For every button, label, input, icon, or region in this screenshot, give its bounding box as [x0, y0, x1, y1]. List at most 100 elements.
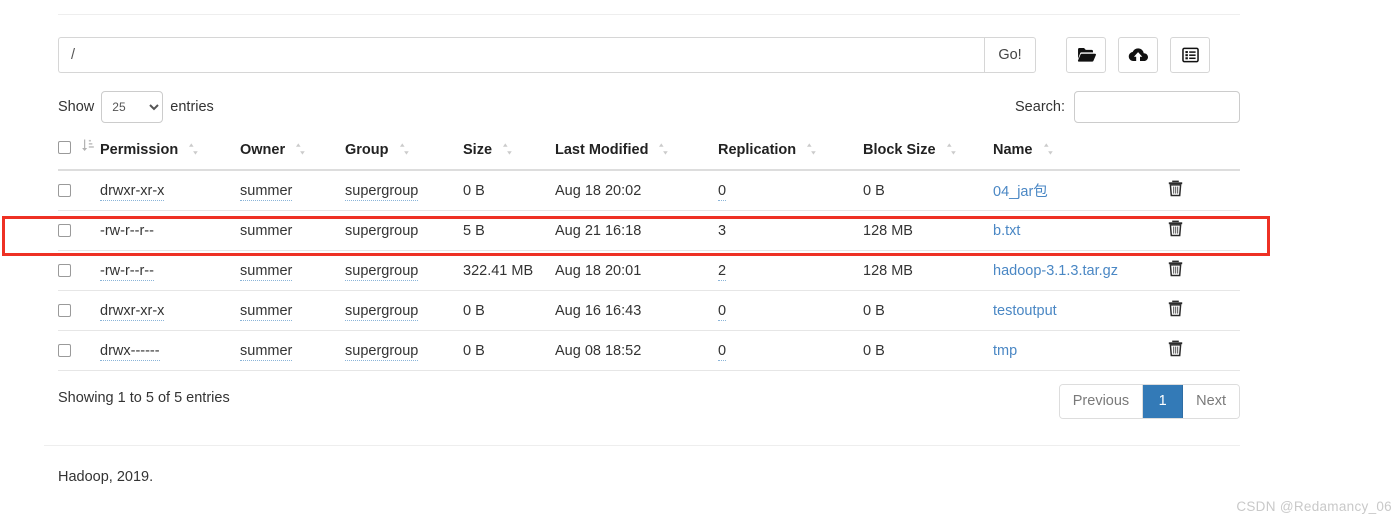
permission-value[interactable]: -rw-r--r-- — [100, 262, 154, 281]
pagination: Previous 1 Next — [1058, 384, 1240, 419]
go-button[interactable]: Go! — [984, 37, 1036, 73]
owner-value[interactable]: summer — [240, 302, 293, 321]
row-checkbox[interactable] — [58, 224, 71, 238]
column-header-permission[interactable]: Permission — [100, 138, 240, 171]
owner-value[interactable]: summer — [240, 223, 292, 239]
file-name-link[interactable]: testoutput — [993, 303, 1057, 319]
cell-block-size: 0 B — [863, 330, 993, 371]
search-label: Search: — [1015, 99, 1065, 115]
file-name-link[interactable]: tmp — [993, 343, 1017, 359]
path-input[interactable] — [58, 37, 984, 73]
group-value[interactable]: supergroup — [345, 342, 419, 361]
column-header-last-modified[interactable]: Last Modified — [555, 138, 718, 171]
pagination-page-1[interactable]: 1 — [1143, 385, 1184, 418]
row-select-cell[interactable] — [58, 250, 100, 291]
file-name-link[interactable]: b.txt — [993, 223, 1020, 239]
replication-value[interactable]: 3 — [718, 223, 726, 239]
cell-actions — [1168, 250, 1240, 291]
search-input[interactable] — [1074, 91, 1240, 123]
row-select-cell[interactable] — [58, 170, 100, 211]
row-checkbox[interactable] — [58, 264, 71, 278]
column-header-name[interactable]: Name — [993, 138, 1168, 171]
row-checkbox[interactable] — [58, 344, 71, 358]
pagination-previous[interactable]: Previous — [1059, 385, 1144, 418]
table-row[interactable]: drwxr-xr-x summer supergroup 0 B Aug 18 … — [58, 170, 1240, 211]
cell-permission: -rw-r--r-- — [100, 210, 240, 251]
column-header-block-size[interactable]: Block Size — [863, 138, 993, 171]
permission-value[interactable]: drwxr-xr-x — [100, 182, 165, 201]
footer-divider — [44, 445, 1240, 446]
cell-name: b.txt — [993, 210, 1168, 251]
delete-button[interactable] — [1168, 220, 1183, 237]
cell-group: supergroup — [345, 210, 463, 251]
delete-button[interactable] — [1168, 340, 1183, 357]
column-header-group[interactable]: Group — [345, 138, 463, 171]
browse-path-bar: Go! — [58, 37, 1240, 73]
replication-value[interactable]: 0 — [718, 342, 727, 361]
page-length-select[interactable]: 25 50 100 — [101, 91, 164, 123]
row-checkbox[interactable] — [58, 304, 71, 318]
column-header-replication[interactable]: Replication — [718, 138, 863, 171]
file-listing-table: Permission Owner Group Size Last Modifie… — [58, 138, 1240, 371]
row-checkbox[interactable] — [58, 184, 71, 198]
sort-icon — [946, 143, 957, 159]
cut-paste-button[interactable] — [1170, 37, 1210, 73]
replication-value[interactable]: 0 — [718, 182, 727, 201]
delete-button[interactable] — [1168, 180, 1183, 197]
column-header-label: Last Modified — [555, 142, 649, 158]
cell-permission: -rw-r--r-- — [100, 250, 240, 291]
select-all-checkbox[interactable] — [58, 141, 71, 154]
trash-icon — [1168, 300, 1183, 320]
group-value[interactable]: supergroup — [345, 262, 419, 281]
cell-block-size: 0 B — [863, 290, 993, 331]
sort-icon — [188, 143, 199, 159]
column-header-label: Replication — [718, 142, 797, 158]
column-header-label: Permission — [100, 142, 179, 158]
cell-last-modified: Aug 08 18:52 — [555, 330, 718, 371]
upload-button[interactable] — [1118, 37, 1158, 73]
row-select-cell[interactable] — [58, 330, 100, 371]
table-row[interactable]: -rw-r--r-- summer supergroup 5 B Aug 21 … — [58, 210, 1240, 251]
group-value[interactable]: supergroup — [345, 223, 418, 239]
row-select-cell[interactable] — [58, 290, 100, 331]
table-header: Permission Owner Group Size Last Modifie… — [58, 138, 1240, 171]
column-header-select-all[interactable] — [58, 138, 100, 171]
cloud-upload-icon — [1128, 47, 1148, 63]
replication-value[interactable]: 2 — [718, 262, 727, 281]
column-header-label: Size — [463, 142, 493, 158]
cell-last-modified: Aug 18 20:01 — [555, 250, 718, 291]
cell-block-size: 128 MB — [863, 250, 993, 291]
permission-value[interactable]: drwxr-xr-x — [100, 302, 165, 321]
row-select-cell[interactable] — [58, 210, 100, 251]
column-header-owner[interactable]: Owner — [240, 138, 345, 171]
owner-value[interactable]: summer — [240, 262, 293, 281]
file-name-link[interactable]: hadoop-3.1.3.tar.gz — [993, 263, 1118, 279]
delete-button[interactable] — [1168, 260, 1183, 277]
cell-name: tmp — [993, 330, 1168, 371]
cell-group: supergroup — [345, 290, 463, 331]
cell-replication: 3 — [718, 210, 863, 251]
table-row[interactable]: drwxr-xr-x summer supergroup 0 B Aug 16 … — [58, 290, 1240, 331]
cell-size: 0 B — [463, 330, 555, 371]
replication-value[interactable]: 0 — [718, 302, 727, 321]
column-header-size[interactable]: Size — [463, 138, 555, 171]
file-name-link[interactable]: 04_jar包 — [993, 184, 1048, 200]
permission-value[interactable]: -rw-r--r-- — [100, 223, 154, 239]
entries-label: entries — [170, 99, 214, 115]
new-directory-button[interactable] — [1066, 37, 1106, 73]
owner-value[interactable]: summer — [240, 342, 293, 361]
table-row[interactable]: -rw-r--r-- summer supergroup 322.41 MB A… — [58, 250, 1240, 291]
table-row[interactable]: drwx------ summer supergroup 0 B Aug 08 … — [58, 330, 1240, 371]
pagination-next[interactable]: Next — [1183, 385, 1239, 418]
cell-owner: summer — [240, 170, 345, 211]
cell-size: 322.41 MB — [463, 250, 555, 291]
cell-group: supergroup — [345, 330, 463, 371]
delete-button[interactable] — [1168, 300, 1183, 317]
permission-value[interactable]: drwx------ — [100, 342, 160, 361]
owner-value[interactable]: summer — [240, 182, 293, 201]
cell-permission: drwxr-xr-x — [100, 290, 240, 331]
cell-last-modified: Aug 18 20:02 — [555, 170, 718, 211]
column-header-label: Owner — [240, 142, 286, 158]
group-value[interactable]: supergroup — [345, 302, 419, 321]
group-value[interactable]: supergroup — [345, 182, 419, 201]
